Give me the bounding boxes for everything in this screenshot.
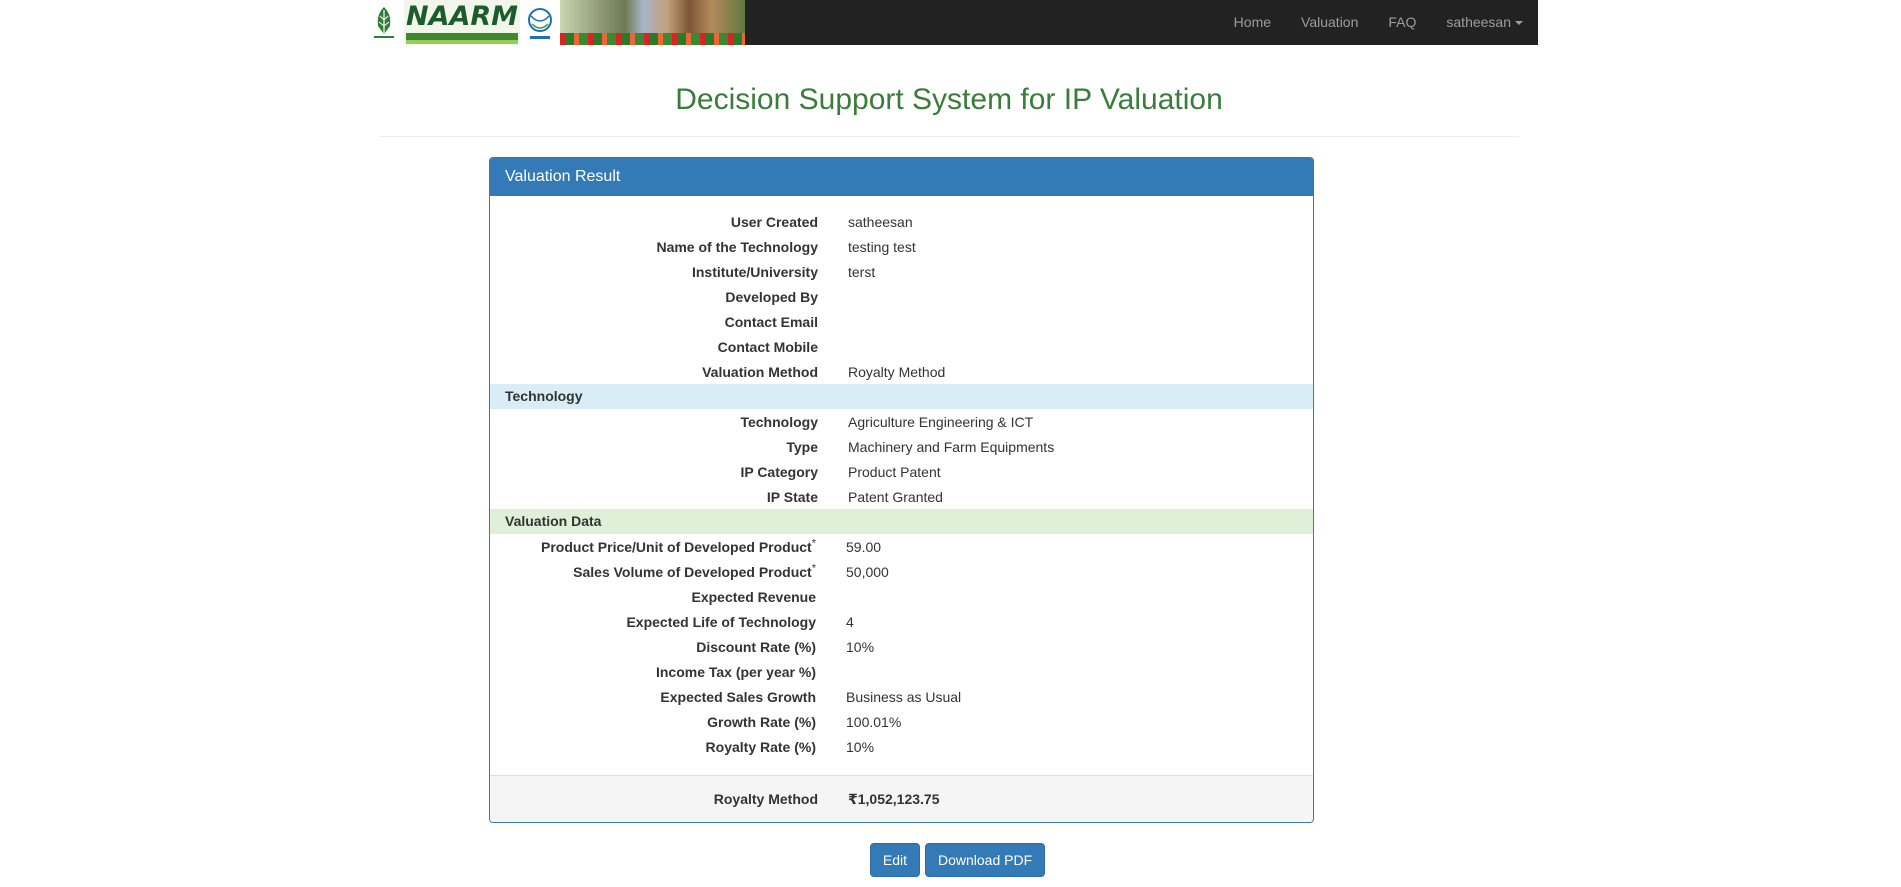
action-buttons: Edit Download PDF [0, 843, 1901, 877]
page-header: Decision Support System for IP Valuation [379, 72, 1519, 137]
caret-down-icon [1515, 21, 1523, 26]
result-rows: User Created satheesan Name of the Techno… [490, 196, 1313, 759]
brand-logo-banner[interactable]: NAARM [364, 0, 745, 45]
field-label: Institute/University [691, 263, 818, 280]
field-label: IP Category [740, 463, 818, 480]
field-label: Contact Mobile [717, 338, 818, 355]
result-row-expected-revenue: Expected Revenue [490, 584, 1313, 609]
result-row-ip-category: IP Category Product Patent [490, 459, 1313, 484]
logo-stripe [406, 33, 518, 40]
field-value: 10% [846, 638, 875, 655]
field-label: Type [786, 438, 818, 455]
field-label: Expected Life of Technology [626, 613, 816, 630]
field-value: Business as Usual [846, 688, 962, 705]
field-label: Developed By [725, 288, 818, 305]
result-row-technology: Technology Agriculture Engineering & ICT [490, 409, 1313, 434]
field-label: Technology [740, 413, 818, 430]
nav-faq-link[interactable]: FAQ [1373, 0, 1431, 45]
total-label: Royalty Method [713, 791, 818, 807]
flower-bed-decoration [560, 33, 745, 45]
user-menu-label: satheesan [1446, 14, 1511, 30]
field-label: User Created [730, 213, 818, 230]
result-row-royalty-rate: Royalty Rate (%) 10% [490, 734, 1313, 759]
globe-logo-icon [520, 0, 560, 45]
field-label: Product Price/Unit of Developed Product* [490, 537, 816, 555]
top-navbar: NAARM Home Valuation FAQ satheesan [0, 0, 1901, 45]
panel-heading: Valuation Result [490, 158, 1313, 196]
total-value: ₹1,052,123.75 [848, 790, 940, 807]
icar-emblem-icon [364, 0, 404, 45]
result-row-contact-email: Contact Email [490, 309, 1313, 334]
field-value: satheesan [848, 213, 913, 230]
result-row-expected-life: Expected Life of Technology 4 [490, 609, 1313, 634]
field-value: Machinery and Farm Equipments [848, 438, 1055, 455]
download-pdf-button[interactable]: Download PDF [924, 843, 1046, 877]
field-label: IP State [766, 488, 818, 505]
result-row-discount-rate: Discount Rate (%) 10% [490, 634, 1313, 659]
field-label: Contact Email [724, 313, 818, 330]
nav-valuation-link[interactable]: Valuation [1286, 0, 1373, 45]
field-label: Growth Rate (%) [707, 713, 816, 730]
field-label-text: Product Price/Unit of Developed Product [541, 538, 812, 555]
field-value: 50,000 [846, 563, 889, 580]
field-value: 59.00 [846, 538, 882, 555]
field-value: 4 [846, 613, 854, 630]
field-label: Valuation Method [702, 363, 818, 380]
result-row-user-created: User Created satheesan [490, 209, 1313, 234]
result-row-type: Type Machinery and Farm Equipments [490, 434, 1313, 459]
result-row-valuation-method: Valuation Method Royalty Method [490, 359, 1313, 384]
result-row-product-price: Product Price/Unit of Developed Product*… [490, 534, 1313, 559]
edit-button[interactable]: Edit [869, 843, 920, 877]
result-row-developed-by: Developed By [490, 284, 1313, 309]
user-menu-dropdown[interactable]: satheesan [1431, 0, 1538, 45]
nav-home-link[interactable]: Home [1219, 0, 1286, 45]
field-value: Royalty Method [848, 363, 946, 380]
field-value: Patent Granted [848, 488, 943, 505]
field-value: 10% [846, 738, 875, 755]
result-row-sales-volume: Sales Volume of Developed Product* 50,000 [490, 559, 1313, 584]
field-label: Discount Rate (%) [696, 638, 816, 655]
field-label: Name of the Technology [656, 238, 818, 255]
result-row-technology-name: Name of the Technology testing test [490, 234, 1313, 259]
result-row-ip-state: IP State Patent Granted [490, 484, 1313, 509]
field-label-text: Sales Volume of Developed Product [573, 563, 812, 580]
result-row-contact-mobile: Contact Mobile [490, 334, 1313, 359]
naarm-logo: NAARM [404, 0, 520, 45]
panel-footer-total: Royalty Method ₹1,052,123.75 [490, 775, 1313, 822]
field-label: Income Tax (per year %) [655, 663, 816, 680]
field-value: Product Patent [848, 463, 941, 480]
page-title: Decision Support System for IP Valuation [675, 83, 1223, 116]
naarm-logo-text: NAARM [406, 1, 519, 32]
field-label: Royalty Rate (%) [705, 738, 816, 755]
section-header-valuation-data: Valuation Data [490, 509, 1313, 534]
field-label: Expected Sales Growth [660, 688, 816, 705]
result-row-sales-growth: Expected Sales Growth Business as Usual [490, 684, 1313, 709]
field-label: Expected Revenue [691, 588, 817, 605]
campus-photo-banner [560, 0, 745, 45]
field-value: Agriculture Engineering & ICT [848, 413, 1034, 430]
field-value: terst [848, 263, 876, 280]
section-header-technology: Technology [490, 384, 1313, 409]
nav-menu: Home Valuation FAQ satheesan [1219, 0, 1538, 45]
result-row-income-tax: Income Tax (per year %) [490, 659, 1313, 684]
logo-stripe-light [406, 40, 518, 44]
field-label: Sales Volume of Developed Product* [490, 562, 816, 580]
result-row-institute: Institute/University terst [490, 259, 1313, 284]
valuation-result-panel: Valuation Result User Created satheesan N… [489, 157, 1314, 823]
result-row-growth-rate: Growth Rate (%) 100.01% [490, 709, 1313, 734]
field-value: 100.01% [846, 713, 902, 730]
field-value: testing test [848, 238, 916, 255]
